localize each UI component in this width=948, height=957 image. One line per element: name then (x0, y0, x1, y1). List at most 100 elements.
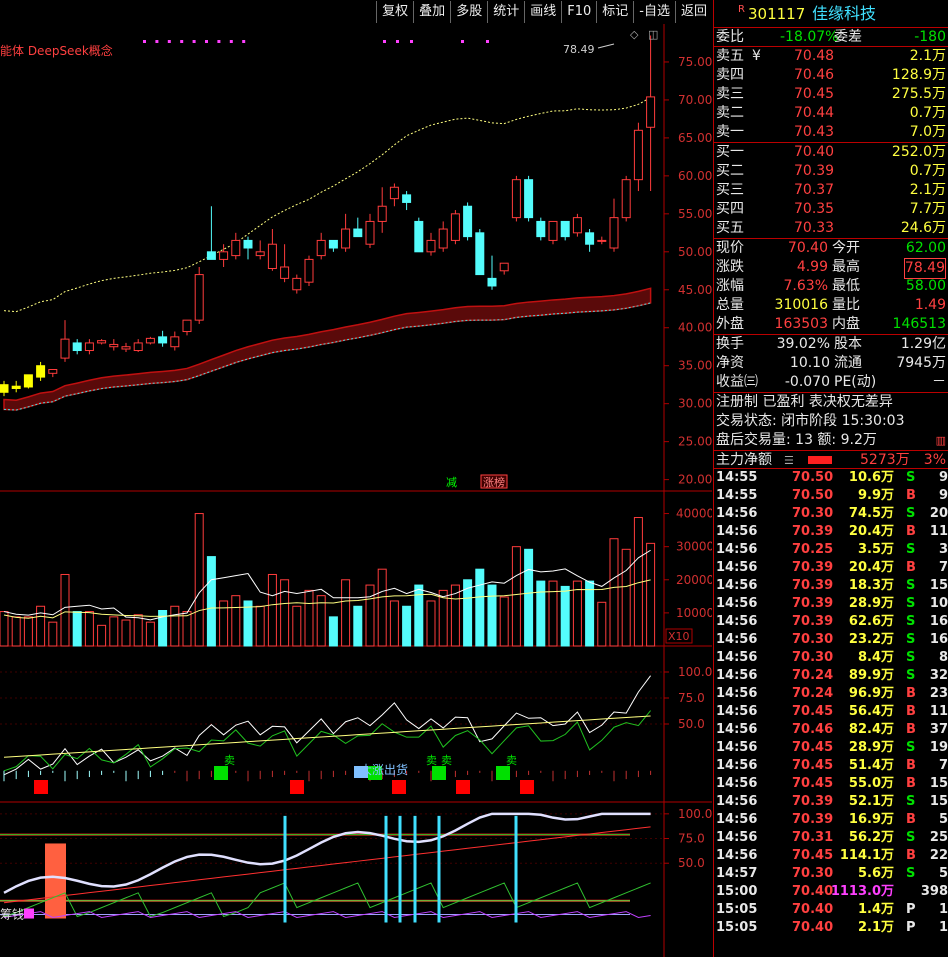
tick-price: 70.30 (792, 866, 834, 881)
candle-body (60, 338, 70, 359)
bid-row[interactable]: 买一 70.40 252.0万 (714, 143, 948, 162)
ask-row[interactable]: 卖五 ¥70.48 2.1万 (714, 47, 948, 66)
tick-time: 14:55 (716, 470, 758, 485)
tick-row[interactable]: 14:56 70.25 3.5万 S 3 (714, 541, 948, 559)
tick-row[interactable]: 14:56 70.39 20.4万 B 7 (714, 559, 948, 577)
quote-value: 70.40 (787, 240, 828, 256)
tick-row[interactable]: 14:56 70.45 51.4万 B 7 (714, 757, 948, 775)
unit-label: X10 (668, 630, 690, 643)
tick-row[interactable]: 14:56 70.30 8.4万 S 8 (714, 649, 948, 667)
tick-row[interactable]: 14:55 70.50 9.9万 B 9 (714, 487, 948, 505)
tick-time: 14:56 (716, 758, 758, 773)
bid-row[interactable]: 买五 70.33 24.6万 (714, 219, 948, 238)
bid-row[interactable]: 买三 70.37 2.1万 (714, 181, 948, 200)
tick-row[interactable]: 14:56 70.45 28.9万 S 19 (714, 739, 948, 757)
tick-row[interactable]: 15:00 70.40 1113.0万 398 (714, 883, 948, 901)
tick-row[interactable]: 14:55 70.50 10.6万 S 9 (714, 469, 948, 487)
toolbar-button-4[interactable]: 画线 (524, 1, 561, 23)
tick-time: 14:56 (716, 686, 758, 701)
marker-label: 涨榜 (483, 475, 505, 489)
volume-bar (524, 548, 534, 647)
toolbar-button-5[interactable]: F10 (561, 1, 596, 23)
tick-side: B (906, 560, 916, 575)
tick-volume: 2.1万 (857, 920, 894, 935)
tick-count: 10 (929, 596, 948, 611)
tick-row[interactable]: 14:56 70.39 16.9万 B 5 (714, 811, 948, 829)
fundamental-label: 换手 (716, 336, 744, 352)
candle-body (84, 342, 94, 352)
tick-row[interactable]: 14:56 70.30 23.2万 S 16 (714, 631, 948, 649)
candle-body (511, 179, 521, 219)
tick-volume: 23.2万 (848, 632, 894, 647)
toolbar-button-3[interactable]: 统计 (487, 1, 524, 23)
volume-bar (597, 601, 607, 647)
toolbar-button-6[interactable]: 标记 (596, 1, 633, 23)
bid-label: 买三 (716, 182, 744, 198)
ask-price: 70.48 (794, 48, 835, 64)
toolbar-button-7[interactable]: -自选 (633, 1, 675, 23)
candle-body (633, 129, 643, 181)
toolbar-button-0[interactable]: 复权 (376, 1, 413, 23)
tick-row[interactable]: 14:56 70.31 56.2万 S 25 (714, 829, 948, 847)
tick-volume: 96.9万 (848, 686, 894, 701)
tick-volume: 28.9万 (848, 596, 894, 611)
tick-price: 70.45 (792, 758, 834, 773)
signal-dot (461, 40, 464, 43)
tick-list[interactable]: 14:55 70.50 10.6万 S 9 14:55 70.50 9.9万 B 9 14:56 70… (714, 469, 948, 937)
tick-side: B (906, 686, 916, 701)
bid-row[interactable]: 买二 70.39 0.7万 (714, 162, 948, 181)
toolbar-button-1[interactable]: 叠加 (413, 1, 450, 23)
tick-count: 22 (929, 848, 948, 863)
ask-row[interactable]: 卖一 70.43 7.0万 (714, 123, 948, 142)
tick-row[interactable]: 14:56 70.45 56.4万 B 11 (714, 703, 948, 721)
tick-row[interactable]: 15:05 70.40 2.1万 P 1 (714, 919, 948, 937)
tick-row[interactable]: 14:56 70.39 18.3万 S 15 (714, 577, 948, 595)
tick-time: 14:56 (716, 524, 758, 539)
tick-row[interactable]: 14:56 70.39 28.9万 S 10 (714, 595, 948, 613)
tick-count: 398 (920, 884, 948, 899)
tick-row[interactable]: 14:56 70.24 96.9万 B 23 (714, 685, 948, 703)
tick-price: 70.24 (792, 668, 834, 683)
tick-row[interactable]: 14:56 70.39 20.4万 B 11 (714, 523, 948, 541)
ask-row[interactable]: 卖三 70.45 275.5万 (714, 85, 948, 104)
ask-label: 卖一 (716, 124, 744, 140)
tick-row[interactable]: 14:56 70.24 89.9万 S 32 (714, 667, 948, 685)
toolbar-button-2[interactable]: 多股 (450, 1, 487, 23)
tick-row[interactable]: 14:57 70.30 5.6万 S 5 (714, 865, 948, 883)
tick-row[interactable]: 14:56 70.45 114.1万 B 22 (714, 847, 948, 865)
ask-row[interactable]: 卖二 70.44 0.7万 (714, 104, 948, 123)
indicator-line-green (3, 710, 651, 772)
tick-row[interactable]: 14:56 70.39 52.1万 S 15 (714, 793, 948, 811)
tick-row[interactable]: 15:05 70.40 1.4万 P 1 (714, 901, 948, 919)
quote-value: 78.49 (903, 258, 946, 279)
stock-name: 佳缘科技 (812, 4, 877, 23)
list-icon[interactable]: ☰ (784, 451, 794, 470)
info-line-2: 交易状态: 闭市阶段 15:30:03 (716, 413, 905, 429)
tick-side: B (906, 704, 916, 719)
tick-row[interactable]: 14:56 70.30 74.5万 S 20 (714, 505, 948, 523)
tick-side: S (906, 740, 916, 755)
detail-icon[interactable]: ▥ (936, 431, 946, 450)
stock-header: R 301117 佳缘科技 (714, 0, 948, 28)
tick-volume: 18.3万 (848, 578, 894, 593)
weidiff-label: 委差 (834, 29, 862, 45)
candle-body (572, 217, 582, 234)
tick-count: 7 (938, 758, 948, 773)
ask-price: 70.44 (794, 105, 835, 121)
y-tick-label: 30000 (676, 540, 712, 554)
tick-row[interactable]: 14:56 70.39 62.6万 S 16 (714, 613, 948, 631)
chart-area[interactable]: 75.00 70.00 65.00 60.00 55.00 50.00 45.00 40.00… (0, 24, 712, 957)
tick-row[interactable]: 14:56 70.45 55.0万 B 15 (714, 775, 948, 793)
bid-row[interactable]: 买四 70.35 7.7万 (714, 200, 948, 219)
tick-price: 70.40 (792, 884, 834, 899)
kline-chart-svg[interactable]: 75.00 70.00 65.00 60.00 55.00 50.00 45.00 40.00… (0, 24, 712, 957)
tick-volume: 9.9万 (857, 488, 894, 503)
toolbar-button-8[interactable]: 返回 (674, 1, 712, 23)
volume-bar (11, 616, 21, 647)
ask-row[interactable]: 卖四 70.46 128.9万 (714, 66, 948, 85)
quote-row: 现价 70.40 今开 62.00 (714, 239, 948, 258)
tick-volume: 51.4万 (848, 758, 894, 773)
sell-signal-box (290, 780, 304, 794)
tick-row[interactable]: 14:56 70.46 82.4万 B 37 (714, 721, 948, 739)
quote-row: 总量 310016 量比 1.49 (714, 296, 948, 315)
